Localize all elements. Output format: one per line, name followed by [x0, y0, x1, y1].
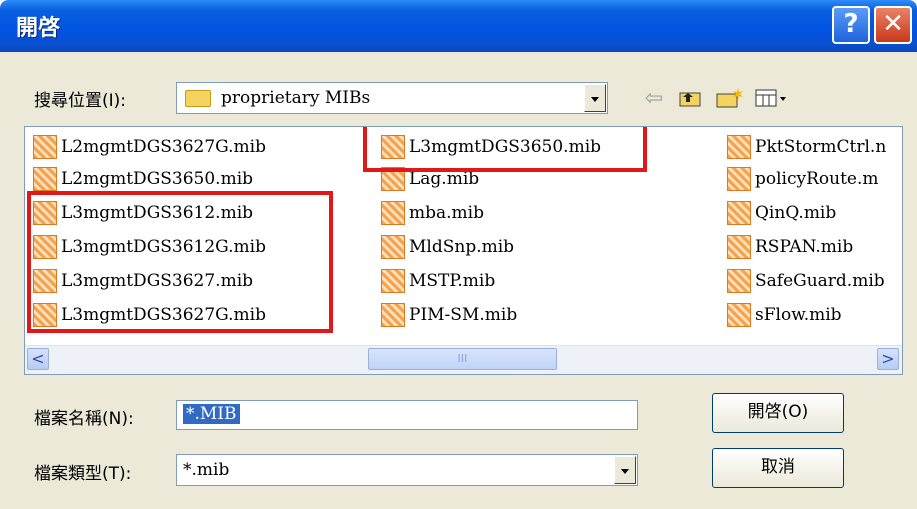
- mib-file-icon: [381, 201, 405, 225]
- mib-file-icon: [381, 235, 405, 259]
- filetype-value: *.mib: [183, 460, 230, 480]
- scroll-right-button[interactable]: >: [877, 348, 899, 370]
- horizontal-scrollbar[interactable]: < III >: [25, 345, 902, 374]
- file-item[interactable]: MSTP.mib: [381, 265, 495, 297]
- filename-label: 檔案名稱(N):: [34, 409, 134, 429]
- scroll-thumb[interactable]: III: [368, 348, 557, 370]
- filetype-dropdown-button[interactable]: [614, 456, 636, 484]
- file-item[interactable]: PktStormCtrl.n: [727, 131, 886, 163]
- mib-file-icon: [727, 303, 751, 327]
- file-item[interactable]: RSPAN.mib: [727, 231, 853, 263]
- file-item[interactable]: SafeGuard.mib: [727, 265, 885, 297]
- file-item[interactable]: mba.mib: [381, 197, 484, 229]
- folder-icon: [185, 90, 211, 107]
- file-item[interactable]: QinQ.mib: [727, 197, 836, 229]
- file-item[interactable]: PIM-SM.mib: [381, 299, 517, 331]
- location-value: proprietary MIBs: [221, 88, 371, 108]
- help-button[interactable]: ?: [832, 6, 870, 44]
- mib-file-icon: [727, 135, 751, 159]
- location-combo[interactable]: proprietary MIBs: [176, 82, 608, 114]
- scroll-left-button[interactable]: <: [27, 348, 49, 370]
- file-item[interactable]: sFlow.mib: [727, 299, 842, 331]
- location-label: 搜尋位置(I):: [34, 91, 127, 111]
- open-button[interactable]: 開啓(O): [712, 393, 844, 433]
- up-folder-icon[interactable]: [676, 86, 704, 110]
- mib-file-icon: [727, 235, 751, 259]
- mib-file-icon: [727, 201, 751, 225]
- mib-file-icon: [381, 269, 405, 293]
- highlight-box: [27, 191, 333, 333]
- filetype-label: 檔案類型(T):: [34, 464, 132, 484]
- back-arrow-icon[interactable]: ⇦: [640, 86, 668, 111]
- new-folder-icon[interactable]: [714, 86, 746, 110]
- dialog-title: 開啓: [16, 16, 61, 41]
- title-bar[interactable]: 開啓 ? ✕: [0, 0, 917, 52]
- mib-file-icon: [727, 269, 751, 293]
- mib-file-icon: [33, 167, 57, 191]
- highlight-box: [363, 127, 647, 172]
- location-dropdown-button[interactable]: [584, 84, 606, 112]
- mib-file-icon: [381, 303, 405, 327]
- mib-file-icon: [33, 135, 57, 159]
- close-button[interactable]: ✕: [874, 6, 912, 44]
- file-item[interactable]: L2mgmtDGS3627G.mib: [33, 131, 266, 163]
- cancel-button[interactable]: 取消: [712, 448, 844, 488]
- file-item[interactable]: MldSnp.mib: [381, 231, 514, 263]
- file-list[interactable]: L2mgmtDGS3627G.mib L2mgmtDGS3650.mib L3m…: [24, 126, 903, 375]
- mib-file-icon: [727, 167, 751, 191]
- filename-input[interactable]: *.MIB: [176, 400, 638, 430]
- open-dialog: 開啓 ? ✕ 搜尋位置(I): proprietary MIBs ⇦ L2mgm…: [0, 0, 917, 509]
- filename-value[interactable]: *.MIB: [183, 404, 240, 424]
- view-menu-icon[interactable]: [752, 86, 792, 110]
- filetype-select[interactable]: *.mib: [176, 454, 638, 486]
- file-item[interactable]: policyRoute.m: [727, 163, 879, 195]
